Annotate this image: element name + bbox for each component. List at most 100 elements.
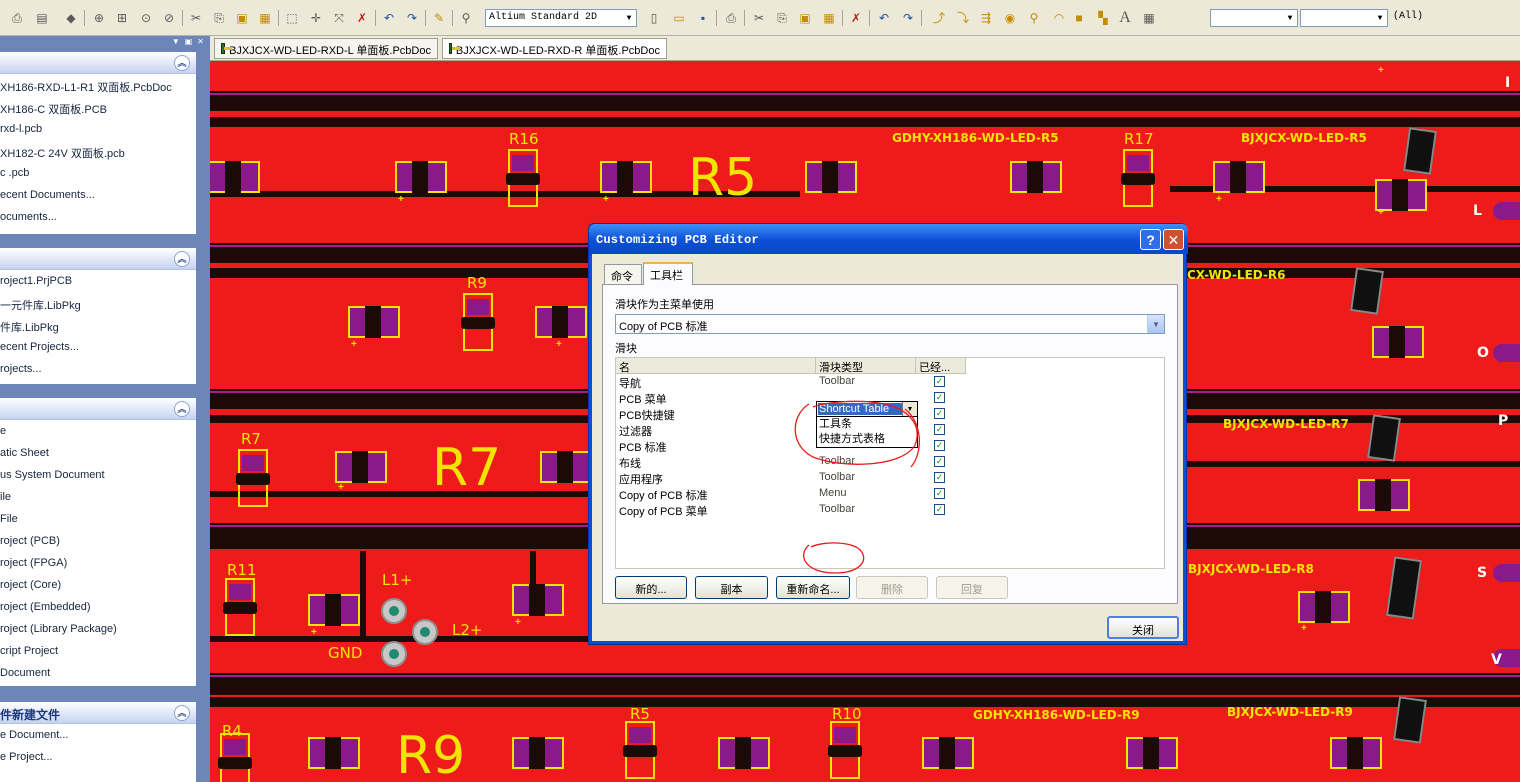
multi-routing-icon[interactable]: ⇶	[977, 9, 995, 27]
select-area-icon[interactable]: ⬚	[283, 9, 301, 27]
fill-icon[interactable]: ■	[1070, 9, 1088, 27]
new-item[interactable]: roject (PCB)	[0, 530, 196, 552]
close-dialog-button[interactable]: 关闭	[1107, 616, 1179, 639]
rename-button[interactable]: 重新命名...	[776, 576, 850, 599]
more-projects-link[interactable]: rojects...	[0, 358, 196, 380]
view-config-combo[interactable]: Altium Standard 2D ▼	[485, 9, 637, 27]
section-header[interactable]: ︽	[0, 248, 196, 270]
move-selection-icon[interactable]: ⤧	[330, 9, 348, 27]
recent-doc-item[interactable]: XH186-RXD-L1-R1 双面板.PcbDoc	[0, 74, 196, 96]
tab-toolbars[interactable]: 工具栏	[643, 262, 693, 285]
panel-menu-icon[interactable]: ▼	[172, 37, 180, 46]
rubber-stamp-icon[interactable]: ▦	[820, 9, 838, 27]
visible-checkbox[interactable]: ✓	[934, 472, 945, 483]
recent-doc-item[interactable]: XH182-C 24V 双面板.pcb	[0, 140, 196, 162]
restore-button[interactable]: 回复	[936, 576, 1008, 599]
cut-icon[interactable]: ✂	[750, 9, 768, 27]
copy-button[interactable]: 副本	[695, 576, 768, 599]
visible-checkbox[interactable]: ✓	[934, 440, 945, 451]
tab-rxd-r[interactable]: BJXJCX-WD-LED-RXD-R 单面板.PcbDoc	[442, 38, 667, 59]
paste-icon[interactable]: ▣	[796, 9, 814, 27]
table-row[interactable]: 布线 Toolbar ✓	[616, 454, 1166, 470]
new-item[interactable]: Document	[0, 662, 196, 684]
text-icon[interactable]: A	[1116, 9, 1134, 27]
dropdown-option[interactable]: 快捷方式表格	[817, 432, 917, 447]
paste-icon[interactable]: ▣	[233, 9, 251, 27]
recent-doc-item[interactable]: c .pcb	[0, 162, 196, 184]
column-header-visible[interactable]: 已经...	[916, 358, 966, 374]
redo-icon[interactable]: ↷	[899, 9, 917, 27]
print-icon[interactable]: ⎙	[8, 9, 26, 27]
component-icon[interactable]: ▦	[1140, 9, 1158, 27]
arc-icon[interactable]: ◠	[1050, 9, 1068, 27]
table-row[interactable]: Copy of PCB 标准 Menu ✓	[616, 486, 1166, 502]
new-item[interactable]: ile	[0, 486, 196, 508]
visible-checkbox[interactable]: ✓	[934, 392, 945, 403]
open-folder-icon[interactable]: ▭	[670, 9, 688, 27]
print-preview-icon[interactable]: ▤	[33, 9, 51, 27]
save-icon[interactable]: ▪	[694, 9, 712, 27]
new-item[interactable]: atic Sheet	[0, 442, 196, 464]
print-preview-icon[interactable]: ⎙	[722, 9, 740, 27]
pin-icon[interactable]: ▣	[185, 37, 193, 46]
3d-box-icon[interactable]: ◆	[62, 9, 80, 27]
recent-project-item[interactable]: roject1.PrjPCB	[0, 270, 196, 292]
component-class-combo[interactable]: ▼	[1300, 9, 1388, 27]
copy-icon[interactable]: ⎘	[773, 9, 791, 27]
new-document-icon[interactable]: ▯	[645, 9, 663, 27]
close-button[interactable]: ✕	[1163, 229, 1184, 250]
new-item[interactable]: roject (Embedded)	[0, 596, 196, 618]
visible-checkbox[interactable]: ✓	[934, 408, 945, 419]
template-item[interactable]: e Document...	[0, 724, 196, 746]
new-item[interactable]: roject (Library Package)	[0, 618, 196, 640]
dropdown-option[interactable]: 工具条	[817, 417, 917, 432]
move-icon[interactable]: ✛	[307, 9, 325, 27]
recent-doc-item[interactable]: rxd-l.pcb	[0, 118, 196, 140]
new-item[interactable]: File	[0, 508, 196, 530]
collapse-icon[interactable]: ︽	[174, 251, 190, 267]
more-recent-projects-link[interactable]: ecent Projects...	[0, 336, 196, 358]
new-item[interactable]: roject (Core)	[0, 574, 196, 596]
redo-icon[interactable]: ↷	[403, 9, 421, 27]
undo-icon[interactable]: ↶	[380, 9, 398, 27]
zoom-area-icon[interactable]: ⊕	[90, 9, 108, 27]
table-row[interactable]: Copy of PCB 菜单 Toolbar ✓	[616, 502, 1166, 518]
collapse-icon[interactable]: ︽	[174, 401, 190, 417]
recent-project-item[interactable]: 件库.LibPkg	[0, 314, 196, 336]
zoom-selected-icon[interactable]: ⊙	[137, 9, 155, 27]
deselect-icon[interactable]: ✗	[353, 9, 371, 27]
new-item[interactable]: roject (FPGA)	[0, 552, 196, 574]
via-icon[interactable]: ⚲	[1025, 9, 1043, 27]
paste-special-icon[interactable]: ▦	[256, 9, 274, 27]
cut-icon[interactable]: ✂	[187, 9, 205, 27]
zoom-fit-icon[interactable]: ⊞	[113, 9, 131, 27]
section-header[interactable]: ︽	[0, 398, 196, 420]
column-header-name[interactable]: 名	[616, 358, 816, 374]
help-button[interactable]: ?	[1140, 229, 1161, 250]
section-header[interactable]: 件新建文件 ︽	[0, 702, 196, 724]
tab-rxd-l[interactable]: BJXJCX-WD-LED-RXD-L 单面板.PcbDoc	[214, 38, 438, 59]
interactive-routing-icon[interactable]: ⤴	[930, 9, 948, 27]
chevron-down-icon[interactable]: ▼	[1147, 315, 1164, 333]
differential-routing-icon[interactable]: ⤵	[954, 9, 972, 27]
more-recent-documents-link[interactable]: ecent Documents...	[0, 184, 196, 206]
new-item[interactable]: e	[0, 420, 196, 442]
clear-icon[interactable]: ✗	[847, 9, 865, 27]
chevron-down-icon[interactable]: ▼	[902, 402, 917, 416]
recent-project-item[interactable]: 一元件库.LibPkg	[0, 292, 196, 314]
collapse-icon[interactable]: ︽	[174, 55, 190, 71]
section-header[interactable]: ︽	[0, 52, 196, 74]
polygon-icon[interactable]: ▚	[1094, 9, 1112, 27]
collapse-icon[interactable]: ︽	[174, 705, 190, 721]
visible-checkbox[interactable]: ✓	[934, 504, 945, 515]
browse-icon[interactable]: ⚲	[457, 9, 475, 27]
new-button[interactable]: 新的...	[615, 576, 687, 599]
pad-icon[interactable]: ◉	[1001, 9, 1019, 27]
more-documents-link[interactable]: ocuments...	[0, 206, 196, 228]
delete-button[interactable]: 删除	[856, 576, 928, 599]
cross-probe-icon[interactable]: ✎	[430, 9, 448, 27]
new-item[interactable]: cript Project	[0, 640, 196, 662]
visible-checkbox[interactable]: ✓	[934, 456, 945, 467]
new-item[interactable]: us System Document	[0, 464, 196, 486]
table-row[interactable]: 导航 Toolbar ✓	[616, 374, 1166, 390]
